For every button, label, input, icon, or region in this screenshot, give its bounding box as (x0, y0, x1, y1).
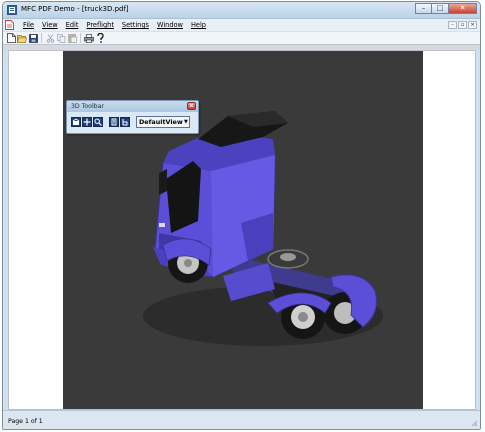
mdi-buttons: – ▫ × (447, 21, 477, 29)
minimize-button[interactable]: – (415, 3, 432, 14)
3d-toolbar-title: 3D Toolbar (71, 103, 104, 110)
status-bar: Page 1 of 1 (3, 410, 480, 429)
open-button[interactable] (17, 33, 27, 43)
menu-items: File View Edit Preflight Settings Window… (23, 19, 214, 31)
main-toolbar (3, 31, 480, 45)
toolbar-separator (41, 33, 42, 43)
toolbar-separator (80, 33, 81, 43)
mdi-close-button[interactable]: × (468, 21, 477, 29)
help-icon (96, 33, 104, 43)
mdi-minimize-button[interactable]: – (448, 21, 457, 29)
cut-button[interactable] (45, 33, 55, 43)
close-button[interactable]: ✕ (449, 3, 477, 14)
cut-icon (46, 33, 54, 43)
new-icon (6, 33, 16, 43)
maximize-button[interactable]: □ (432, 3, 449, 14)
chevron-down-icon: ▼ (183, 119, 188, 125)
copy-icon (56, 33, 65, 43)
save-icon (28, 33, 38, 43)
pan-button[interactable] (82, 117, 92, 127)
title-bar[interactable]: MFC PDF Demo - [truck3D.pdf] – □ ✕ (3, 2, 480, 19)
menu-settings[interactable]: Settings (122, 19, 149, 31)
menu-help[interactable]: Help (191, 19, 206, 31)
front-wheel-hub (184, 259, 192, 267)
document-area[interactable]: 3D Toolbar x DefaultView ▼ (8, 50, 476, 410)
paste-button[interactable] (67, 33, 77, 43)
paste-icon (67, 34, 77, 43)
menu-file[interactable]: File (23, 19, 34, 31)
menu-edit[interactable]: Edit (66, 19, 79, 31)
window-title: MFC PDF Demo - [truck3D.pdf] (21, 5, 129, 13)
rotate-button[interactable] (71, 117, 81, 127)
fifth-wheel-center (280, 253, 296, 261)
views-icon (111, 118, 117, 126)
mdi-restore-button[interactable]: ▫ (458, 21, 467, 29)
rear-wheel-1-hub (298, 312, 308, 322)
menu-view[interactable]: View (42, 19, 58, 31)
print-icon (84, 33, 94, 43)
3d-toolbar-titlebar[interactable]: 3D Toolbar x (67, 101, 198, 112)
3d-toolbar-close-button[interactable]: x (187, 102, 196, 110)
default-view-button[interactable] (120, 117, 130, 127)
pan-icon (83, 118, 91, 126)
app-window: MFC PDF Demo - [truck3D.pdf] – □ ✕ File … (2, 1, 481, 430)
zoom-button[interactable] (93, 117, 103, 127)
menu-window[interactable]: Window (157, 19, 183, 31)
resize-grip-icon[interactable] (470, 419, 478, 427)
save-button[interactable] (28, 33, 38, 43)
views-button[interactable] (109, 117, 119, 127)
3d-toolbar-buttons: DefaultView ▼ (71, 115, 190, 129)
default-view-icon (122, 119, 128, 126)
help-button[interactable] (95, 33, 105, 43)
zoom-icon (94, 118, 102, 126)
app-icon (7, 5, 17, 15)
page-status: Page 1 of 1 (8, 418, 43, 425)
menu-preflight[interactable]: Preflight (86, 19, 113, 31)
copy-button[interactable] (56, 33, 66, 43)
menu-bar: File View Edit Preflight Settings Window… (3, 19, 480, 31)
side-mirror (159, 169, 167, 195)
view-select-value: DefaultView (139, 118, 183, 126)
print-button[interactable] (84, 33, 94, 43)
caption-buttons: – □ ✕ (415, 3, 477, 14)
3d-toolbar[interactable]: 3D Toolbar x DefaultView ▼ (66, 100, 199, 134)
view-select-dropdown[interactable]: DefaultView ▼ (136, 116, 190, 128)
document-icon[interactable] (5, 20, 14, 30)
rotate-icon (72, 118, 80, 125)
open-icon (17, 34, 27, 43)
new-button[interactable] (6, 33, 16, 43)
headlight (159, 223, 165, 227)
